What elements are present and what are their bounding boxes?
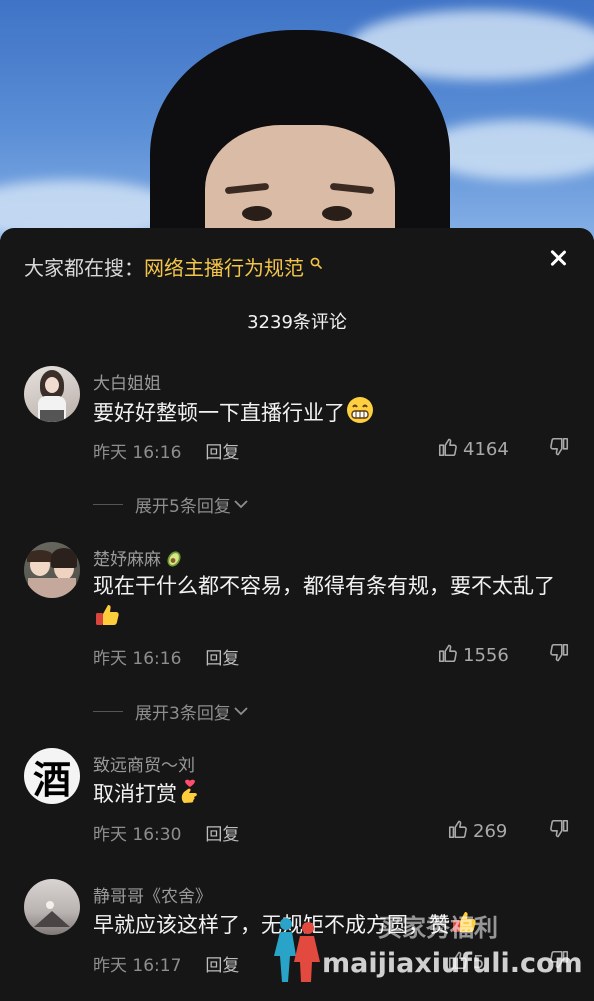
like-count: 269 xyxy=(473,821,508,842)
thumbs-down-icon[interactable] xyxy=(548,642,570,668)
like-button[interactable]: 5 xyxy=(447,949,484,976)
thumbs-up-emoji-icon xyxy=(93,601,121,637)
like-button[interactable]: 1556 xyxy=(437,642,509,669)
comment-count: 3239条评论 xyxy=(247,312,347,333)
thumbs-down-icon[interactable] xyxy=(548,818,570,844)
thumbs-up-icon xyxy=(437,436,459,463)
search-term[interactable]: 网络主播行为规范 xyxy=(144,256,304,280)
comment-text-content: 早就应该这样了，无规矩不成方圆，赞 xyxy=(93,913,450,937)
reply-button[interactable]: 回复 xyxy=(205,825,239,845)
comment-text-content: 取消打赏 xyxy=(93,782,177,806)
comment-text: 要好好整顿一下直播行业了 xyxy=(93,395,573,433)
like-count: 4164 xyxy=(463,439,509,460)
like-count: 5 xyxy=(473,952,485,973)
thumbs-up-icon xyxy=(437,642,459,669)
comment-username[interactable]: 楚妤麻麻 xyxy=(93,545,184,573)
avatar-calligraphy: 酒 xyxy=(32,756,71,802)
thumbs-down-icon[interactable] xyxy=(548,436,570,462)
comment-text: 早就应该这样了，无规矩不成方圆，赞 xyxy=(93,908,573,944)
avatar[interactable] xyxy=(24,542,80,598)
comment-time: 昨天 16:30 xyxy=(93,825,182,845)
video-background xyxy=(0,0,594,240)
expand-replies[interactable]: 展开5条回复 xyxy=(93,492,249,517)
reply-button[interactable]: 回复 xyxy=(205,956,239,976)
search-prefix: 大家都在搜： xyxy=(24,256,144,280)
presenter-face xyxy=(205,125,395,240)
comment-username-text: 楚妤麻麻 xyxy=(93,550,161,570)
like-button[interactable]: 269 xyxy=(447,818,507,845)
avatar[interactable]: 酒 xyxy=(24,748,80,804)
comment-text: 现在干什么都不容易，都得有条有规，要不太乱了 xyxy=(93,571,573,637)
comment-meta: 昨天 16:16 回复 xyxy=(93,438,239,463)
comment-username[interactable]: 致远商贸～刘 xyxy=(93,751,195,776)
finger-heart-emoji-icon xyxy=(177,777,203,813)
comment-time: 昨天 16:16 xyxy=(93,443,182,463)
reply-button[interactable]: 回复 xyxy=(205,649,239,669)
close-icon[interactable] xyxy=(546,246,570,270)
comment-text-content: 现在干什么都不容易，都得有条有规，要不太乱了 xyxy=(93,574,555,598)
comments-panel: 大家都在搜：网络主播行为规范 3239条评论 大白姐姐 要好好整顿一下直播行业了… xyxy=(0,228,594,1001)
comment-time: 昨天 16:16 xyxy=(93,649,182,669)
like-button[interactable]: 4164 xyxy=(437,436,509,463)
comment-text-content: 要好好整顿一下直播行业了 xyxy=(93,401,345,425)
divider xyxy=(93,711,123,712)
expand-replies-label: 展开5条回复 xyxy=(135,497,231,517)
avatar[interactable] xyxy=(24,366,80,422)
comment-username[interactable]: 静哥哥《农舍》 xyxy=(93,882,212,907)
grin-emoji-icon xyxy=(345,395,375,433)
expand-replies[interactable]: 展开3条回复 xyxy=(93,699,249,724)
expand-replies-label: 展开3条回复 xyxy=(135,704,231,724)
search-icon xyxy=(306,257,323,273)
chevron-down-icon xyxy=(233,495,249,515)
thumbs-up-icon xyxy=(447,818,469,845)
comment-meta: 昨天 16:17 回复 xyxy=(93,951,239,976)
divider xyxy=(93,504,123,505)
avatar[interactable] xyxy=(24,879,80,935)
comment-username[interactable]: 大白姐姐 xyxy=(93,369,161,394)
thumbs-down-icon[interactable] xyxy=(548,949,570,975)
thumbs-up-icon xyxy=(447,949,469,976)
search-suggestion[interactable]: 大家都在搜：网络主播行为规范 xyxy=(24,252,323,281)
reply-button[interactable]: 回复 xyxy=(205,443,239,463)
comment-meta: 昨天 16:30 回复 xyxy=(93,820,239,845)
thumbs-up-emoji-icon xyxy=(450,908,478,944)
avocado-emoji-icon xyxy=(164,548,184,573)
comment-text: 取消打赏 xyxy=(93,777,573,813)
chevron-down-icon xyxy=(233,702,249,722)
like-count: 1556 xyxy=(463,645,509,666)
comment-meta: 昨天 16:16 回复 xyxy=(93,644,239,669)
comment-time: 昨天 16:17 xyxy=(93,956,182,976)
